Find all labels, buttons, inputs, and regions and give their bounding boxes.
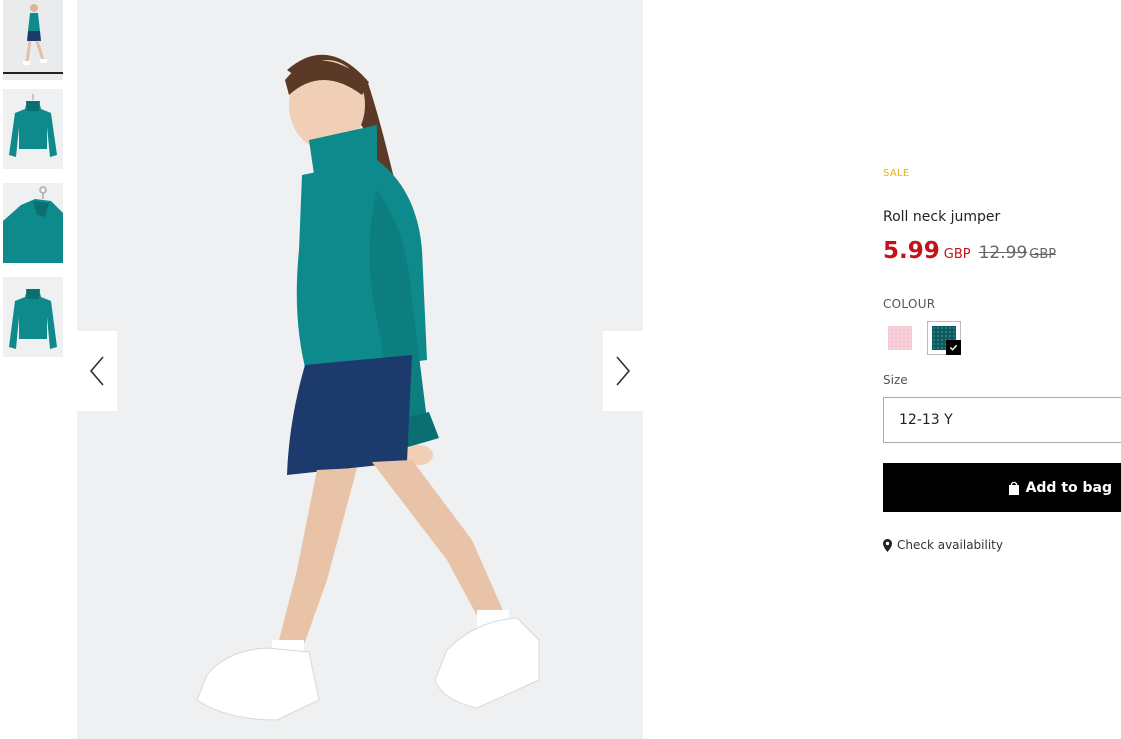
gallery-next-button[interactable] — [603, 331, 643, 411]
size-select-value: 12-13 Y — [899, 412, 953, 428]
add-to-bag-label: Add to bag — [1025, 479, 1112, 496]
thumbnail-back-image — [3, 277, 63, 357]
old-price-currency: GBP — [1029, 247, 1057, 262]
swatch-teal[interactable] — [927, 321, 961, 355]
product-title: Roll neck jumper — [883, 209, 1001, 225]
check-availability-link[interactable]: Check availability — [883, 538, 1003, 552]
swatch-pink-color — [888, 326, 912, 350]
product-main-image — [77, 0, 643, 739]
location-pin-icon — [883, 538, 892, 552]
current-price-currency: GBP — [943, 247, 971, 262]
add-to-bag-button[interactable]: Add to bag — [883, 463, 1121, 512]
colour-label: COLOUR — [883, 297, 936, 311]
current-price: 5.99 — [883, 238, 940, 264]
thumbnail-hanger-image — [3, 183, 63, 263]
size-label: Size — [883, 373, 908, 387]
colour-swatches — [883, 321, 961, 355]
thumbnail-front[interactable] — [3, 89, 63, 169]
active-thumbnail-indicator — [3, 72, 63, 74]
thumbnail-back[interactable] — [3, 277, 63, 357]
thumbnail-model[interactable] — [3, 0, 63, 80]
thumbnail-front-image — [3, 89, 63, 169]
check-availability-label: Check availability — [897, 538, 1003, 552]
chevron-left-icon — [89, 356, 104, 386]
thumbnail-model-image — [3, 0, 63, 80]
swatch-pink[interactable] — [883, 321, 917, 355]
gallery-prev-button[interactable] — [77, 331, 117, 411]
bag-icon — [1008, 481, 1019, 495]
chevron-right-icon — [616, 356, 631, 386]
thumbnail-hanger[interactable] — [3, 183, 63, 263]
size-select[interactable]: 12-13 Y — [883, 397, 1121, 443]
sale-badge: SALE — [883, 168, 910, 179]
check-icon — [946, 340, 961, 355]
price: 5.99 GBP 12.99 GBP — [883, 238, 1056, 264]
old-price: 12.99 — [978, 243, 1028, 263]
product-image-gallery — [77, 0, 643, 739]
